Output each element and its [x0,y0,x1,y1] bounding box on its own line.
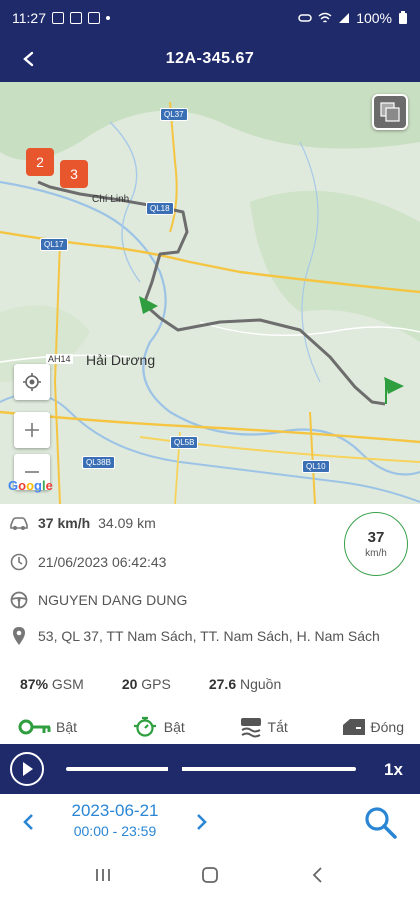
playback-bar: 1x [0,744,420,794]
my-location-button[interactable] [14,364,50,400]
date-selector: 2023-06-21 00:00 - 23:59 [0,794,420,850]
app-header: 12A-345.67 [0,36,420,82]
engine-icon [133,716,156,737]
route-label: QL37 [160,108,188,121]
marker-cluster[interactable]: 2 [26,148,54,176]
status-time: 11:27 [12,10,46,26]
next-date-button[interactable] [190,810,214,834]
speed-value: 37 km/h [38,515,91,531]
address-value: 53, QL 37, TT Nam Sách, TT. Nam Sách, H.… [38,628,380,644]
gallery-notification-icon [52,12,64,24]
app-notification-icon [88,12,100,24]
air-conditioner-state: Tắt [238,716,288,738]
search-button[interactable] [362,804,400,842]
driver-row: NGUYEN DANG DUNG [8,589,187,611]
previous-date-button[interactable] [16,810,40,834]
steering-wheel-icon [8,589,30,611]
place-label: Hải Dương [86,352,156,368]
route-label: QL5B [170,436,199,449]
gsm-stat: 87% GSM [20,676,84,692]
gps-stat: 20 GPS [121,676,171,692]
play-icon [23,762,33,776]
battery-icon [399,11,407,24]
engine-state: Bật [130,716,185,738]
speed-indicator-unit: km/h [365,548,387,559]
google-logo: Google [8,478,53,493]
place-label: AH14 [46,354,73,364]
route-label: QL18 [146,202,174,215]
datetime-row: 21/06/2023 06:42:43 [8,551,166,573]
clock-icon [8,551,30,573]
system-navigation-bar [0,850,420,900]
target-location-icon [23,373,41,391]
map-layers-button[interactable] [372,94,408,130]
route-label: QL38B [82,456,115,469]
door-icon [342,719,365,735]
playback-speed-button[interactable]: 1x [384,760,403,780]
status-bar: 11:27 100% [0,0,420,36]
driver-name: NGUYEN DANG DUNG [38,592,188,608]
zoom-in-button[interactable] [14,412,50,448]
place-label: Chí Linh [92,194,130,205]
layers-icon [380,102,400,122]
link-icon [298,14,312,22]
system-back-button[interactable] [297,860,337,890]
home-icon [202,867,218,883]
speed-distance-row: 37 km/h 34.09 km [8,512,156,534]
vehicle-states: Bật Bật Tắt Đóng [18,716,418,738]
recent-apps-icon [96,869,111,881]
device-stats: 87% GSM 20 GPS 27.6 Nguồn [20,676,400,692]
plus-icon [25,423,39,437]
ignition-state: Bật [18,716,77,738]
car-icon [8,512,30,534]
more-notifications-icon [106,16,110,20]
back-arrow-icon [23,51,34,67]
route-label: QL17 [40,238,68,251]
recent-apps-button[interactable] [83,860,123,890]
datetime-value: 21/06/2023 06:42:43 [38,554,167,570]
battery-percent: 100% [356,10,392,26]
marker-cluster[interactable]: 3 [60,160,88,188]
playback-slider[interactable] [66,767,356,771]
location-pin-icon [8,625,30,647]
vehicle-plate-title: 12A-345.67 [165,50,255,67]
playback-thumb[interactable] [167,765,182,773]
speed-indicator: 37 km/h [344,512,408,576]
search-icon [365,807,397,839]
back-chevron-icon [312,867,322,883]
selected-date: 2023-06-21 [71,801,159,820]
home-button[interactable] [190,860,230,890]
back-button[interactable] [14,44,44,74]
selected-time-range: 00:00 - 23:59 [73,823,157,839]
date-display[interactable]: 2023-06-21 00:00 - 23:59 [60,801,170,839]
speed-indicator-value: 37 [367,529,385,546]
play-button[interactable] [10,752,44,786]
chevron-left-icon [23,814,33,830]
shield-notification-icon [70,12,82,24]
map-background [0,82,420,504]
air-conditioner-icon [240,718,261,738]
map-view[interactable]: 2 3 QL37 QL18 QL17 QL5B QL38B QL10 Chí L… [0,82,420,504]
chevron-right-icon [197,814,207,830]
key-icon [18,719,51,735]
power-stat: 27.6 Nguồn [208,676,282,692]
route-label: QL10 [302,460,330,473]
wifi-icon [318,12,332,23]
address-row: 53, QL 37, TT Nam Sách, TT. Nam Sách, H.… [8,625,420,647]
distance-value: 34.09 km [98,515,156,531]
door-state: Đóng [341,716,404,738]
signal-icon [339,13,350,23]
